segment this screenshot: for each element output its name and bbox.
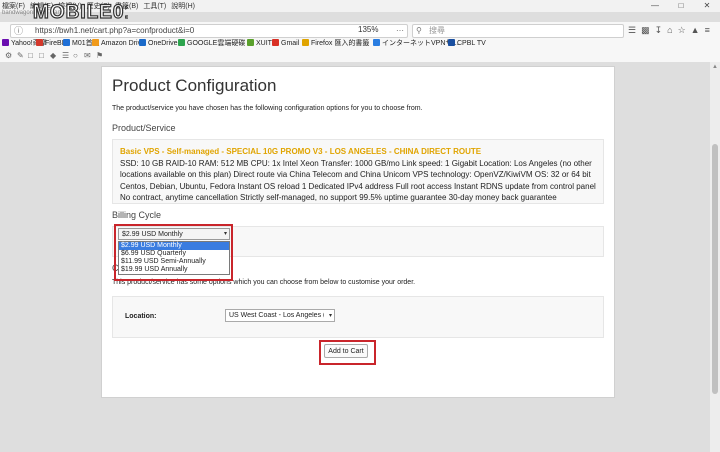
billing-option[interactable]: $2.99 USD Monthly [119, 242, 229, 250]
location-select[interactable]: US West Coast - Los Angeles (US ▾ [225, 309, 335, 322]
star-icon[interactable]: ☆ [678, 24, 686, 36]
bookmark-label: Firefox 匯入的書籤 [311, 40, 370, 47]
bookmark-label: OneDrive [148, 40, 178, 47]
close-icon[interactable]: ✕ [694, 0, 720, 12]
sidebar-icon[interactable]: ▩ [641, 24, 650, 36]
list-icon[interactable]: ☰ [62, 51, 69, 60]
bookmark-favicon-icon [302, 39, 309, 46]
product-description: SSD: 10 GB RAID-10 RAM: 512 MB CPU: 1x I… [120, 159, 596, 202]
menu-item[interactable]: 說明(H) [171, 3, 195, 10]
toolbar-icons: ☰ ▩ ↧ ⌂ ☆ ▲ ≡ [628, 24, 710, 36]
site-info-icon[interactable]: ⓘ [14, 25, 23, 37]
bookmark-item[interactable]: OneDrive [139, 39, 178, 48]
bookmark-item[interactable]: インターネットVPNサ... [373, 39, 458, 48]
scrollbar-thumb[interactable] [712, 144, 718, 394]
billing-cycle-heading: Billing Cycle [112, 210, 162, 220]
bookmark-item[interactable]: CPBL TV [448, 39, 486, 48]
location-value: US West Coast - Los Angeles (US [229, 312, 324, 319]
bookmark-favicon-icon [36, 39, 43, 46]
intro-text: The product/service you have chosen has … [112, 105, 423, 112]
billing-cycle-select[interactable]: $2.99 USD Monthly ▾ [118, 228, 230, 240]
bookmark-item[interactable]: Gmail [272, 39, 299, 48]
bookmark-item[interactable]: Firefox 匯入的書籤 [302, 39, 369, 48]
menu-item[interactable]: 工具(T) [143, 3, 166, 10]
page-actions-icon[interactable]: ⋯ [396, 25, 404, 37]
page-title: Product Configuration [112, 76, 277, 95]
bookmark-favicon-icon [2, 39, 9, 46]
location-box: Location: US West Coast - Los Angeles (U… [112, 296, 604, 338]
bookmark-favicon-icon [92, 39, 99, 46]
billing-option[interactable]: $11.99 USD Semi-Annually [119, 258, 229, 266]
billing-option[interactable]: $6.99 USD Quarterly [119, 250, 229, 258]
bookmark-favicon-icon [373, 39, 380, 46]
bookmarks-bar: Yahoo!奇摩 FireBIS M01首頁 Amazon Drive OneDrive… [0, 38, 720, 49]
chevron-down-icon: ▾ [223, 231, 227, 237]
search-placeholder[interactable]: 搜尋 [429, 25, 445, 37]
flag-icon[interactable]: ⚑ [96, 51, 103, 60]
product-name: Basic VPS - Self-managed - SPECIAL 10G P… [120, 147, 482, 156]
mobile01-logo: MOBILE01 [32, 1, 128, 22]
page-icon[interactable]: □ [28, 51, 33, 60]
location-label: Location: [125, 313, 157, 320]
clip-icon[interactable]: ✎ [17, 51, 24, 60]
minimize-icon[interactable]: — [642, 0, 668, 12]
mail-icon[interactable]: ✉ [84, 51, 91, 60]
puzzle-icon[interactable]: ⚙ [5, 51, 12, 60]
home-icon[interactable]: ⌂ [667, 24, 672, 36]
address-bar[interactable]: ⓘ https://bwh1.net/cart.php?a=confproduc… [10, 24, 408, 38]
bookmark-favicon-icon [139, 39, 146, 46]
maximize-icon[interactable]: □ [668, 0, 694, 12]
billing-option[interactable]: $19.99 USD Annually [119, 266, 229, 274]
shield-icon[interactable]: ▲ [691, 24, 700, 36]
product-service-heading: Product/Service [112, 123, 176, 133]
download-icon[interactable]: ↧ [655, 24, 663, 36]
svg-text:MOBILE01: MOBILE01 [33, 2, 128, 22]
bookmark-label: インターネットVPNサ... [382, 40, 459, 47]
vertical-scrollbar[interactable]: ▲ [710, 62, 720, 394]
chevron-down-icon: ▾ [328, 313, 332, 319]
bookmark-item[interactable]: GOOGLE雲端硬碟 [178, 39, 245, 48]
zoom-level[interactable]: 135% [358, 24, 378, 36]
bookmark-favicon-icon [63, 39, 70, 46]
bookmark-label: CPBL TV [457, 40, 486, 47]
window-controls: — □ ✕ [642, 0, 720, 12]
bookmark-favicon-icon [448, 39, 455, 46]
menu-icon[interactable]: ≡ [705, 24, 710, 36]
product-info-box: Basic VPS - Self-managed - SPECIAL 10G P… [112, 139, 604, 204]
search-box[interactable]: ⚲ 搜尋 [412, 24, 624, 38]
billing-options-list[interactable]: $2.99 USD Monthly $6.99 USD Quarterly $11.… [118, 241, 230, 275]
library-icon[interactable]: ☰ [628, 24, 636, 36]
navigation-bar: ⓘ https://bwh1.net/cart.php?a=confproduc… [0, 22, 720, 39]
url-text[interactable]: https://bwh1.net/cart.php?a=confproduct&… [35, 25, 194, 37]
bookmark-favicon-icon [247, 39, 254, 46]
pin-icon[interactable]: ○ [73, 51, 78, 60]
bookmark-label: Gmail [281, 40, 300, 47]
bookmark-favicon-icon [272, 39, 279, 46]
add-to-cart-button[interactable]: Add to Cart [324, 344, 368, 358]
bookmark-item[interactable]: Amazon Drive [92, 39, 145, 48]
menu-item[interactable]: 檔案(F) [2, 3, 25, 10]
billing-selected-value: $2.99 USD Monthly [122, 231, 183, 238]
bookmark-favicon-icon [178, 39, 185, 46]
scroll-up-icon[interactable]: ▲ [712, 64, 718, 70]
search-icon: ⚲ [416, 26, 422, 35]
extension-toolbar: ⚙ ✎ □ □ ◆ ☰ ○ ✉ ⚑ [0, 49, 720, 63]
bookmark-label: GOOGLE雲端硬碟 [187, 40, 246, 47]
tag-icon[interactable]: ◆ [50, 51, 56, 60]
doc-icon[interactable]: □ [39, 51, 44, 60]
